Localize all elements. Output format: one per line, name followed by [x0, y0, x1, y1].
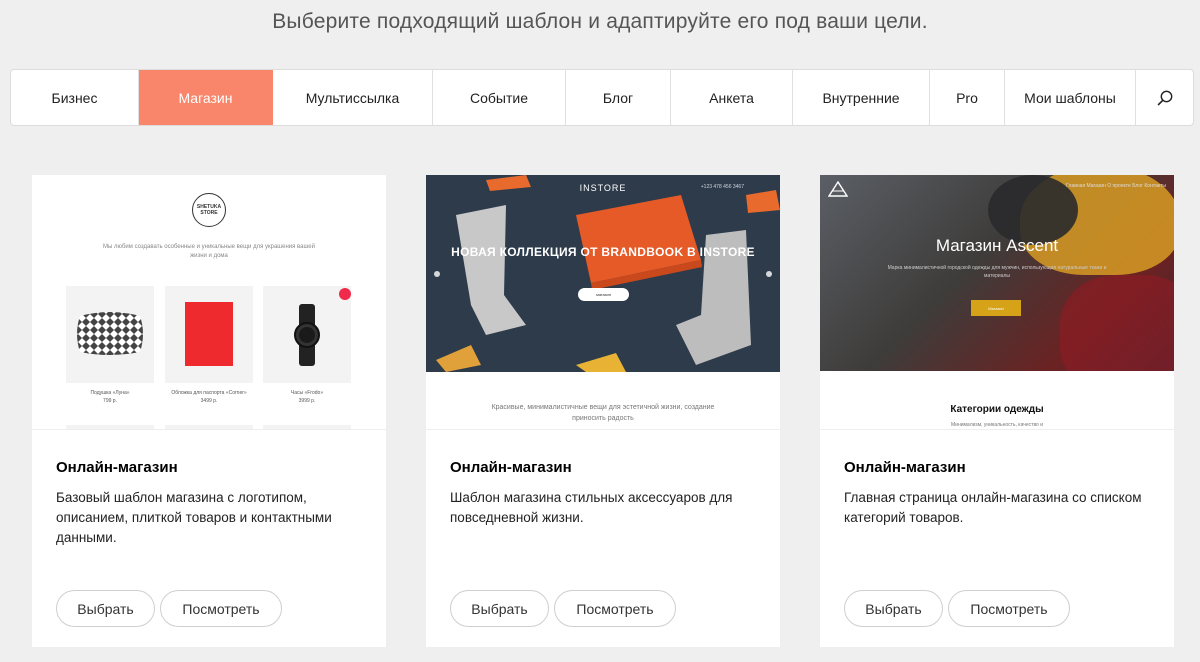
category-tabs: Бизнес Магазин Мультиссылка Событие Блог…	[10, 69, 1194, 126]
tab-shop[interactable]: Магазин	[139, 70, 273, 125]
product-name: Подушка «Луна» 799 р.	[90, 390, 130, 404]
template-preview[interactable]: Главная Магазин О проекте Блог Контакты …	[820, 175, 1174, 430]
hero-illustration	[426, 175, 780, 372]
view-button[interactable]: Посмотреть	[554, 590, 676, 627]
hero-photo-shadow	[988, 175, 1078, 245]
product-cover-image	[165, 286, 253, 383]
preview-category-sub: Минимализм, уникальность, качество и	[950, 422, 1044, 428]
search-button[interactable]	[1136, 70, 1193, 125]
tab-multilink[interactable]: Мультиссылка	[273, 70, 433, 125]
card-title: Онлайн-магазин	[450, 459, 572, 476]
preview-desc: Марка минималистичной городской одежды д…	[887, 265, 1107, 279]
preview-nav: Главная Магазин О проекте Блог Контакты	[1066, 183, 1166, 189]
slider-prev-dot	[434, 271, 440, 277]
slider-next-dot	[766, 271, 772, 277]
card-description: Шаблон магазина стильных аксессуаров для…	[450, 490, 733, 525]
product-placeholder	[66, 425, 154, 429]
template-card: Главная Магазин О проекте Блог Контакты …	[820, 175, 1174, 647]
select-button[interactable]: Выбрать	[450, 590, 549, 627]
store-logo: SHETUKA STORE	[192, 193, 226, 227]
preview-tagline: Мы любим создавать особенные и уникальны…	[103, 244, 315, 259]
template-preview[interactable]: INSTORE +123 478 456 3467 НОВАЯ КОЛЛЕКЦИ…	[426, 175, 780, 430]
tab-internal[interactable]: Внутренние	[793, 70, 930, 125]
search-icon	[1157, 90, 1172, 105]
view-button[interactable]: Посмотреть	[948, 590, 1070, 627]
select-button[interactable]: Выбрать	[844, 590, 943, 627]
select-button[interactable]: Выбрать	[56, 590, 155, 627]
brand-logo-icon	[828, 181, 848, 197]
card-title: Онлайн-магазин	[56, 459, 178, 476]
tab-blog[interactable]: Блог	[566, 70, 671, 125]
view-button[interactable]: Посмотреть	[160, 590, 282, 627]
preview-footer-text: Красивые, минималистичные вещи для эстет…	[491, 404, 715, 422]
product-placeholder	[263, 425, 351, 429]
product-name: Обложка для паспорта «Corner» 3499 р.	[171, 390, 247, 404]
template-preview[interactable]: SHETUKA STORE Мы любим создавать особенн…	[32, 175, 386, 430]
preview-category-title: Категории одежды	[950, 404, 1044, 415]
tab-pro[interactable]: Pro	[930, 70, 1005, 125]
product-watch-image	[263, 286, 351, 383]
template-card: SHETUKA STORE Мы любим создавать особенн…	[32, 175, 386, 647]
tab-my-templates[interactable]: Мои шаблоны	[1005, 70, 1136, 125]
preview-headline: НОВАЯ КОЛЛЕКЦИЯ ОТ BRANDBOOK В INSTORE	[451, 245, 755, 259]
card-title: Онлайн-магазин	[844, 459, 966, 476]
tab-event[interactable]: Событие	[433, 70, 566, 125]
card-description: Главная страница онлайн-магазина со спис…	[844, 490, 1142, 525]
product-placeholder	[165, 425, 253, 429]
preview-title: Магазин Ascent	[935, 236, 1059, 255]
preview-shop-button: Магазин	[971, 300, 1021, 316]
tab-form[interactable]: Анкета	[671, 70, 793, 125]
card-description: Базовый шаблон магазина с логотипом, опи…	[56, 490, 332, 545]
page-subtitle: Выберите подходящий шаблон и адаптируйте…	[272, 10, 928, 33]
preview-contact: +123 478 456 3467	[700, 184, 744, 190]
preview-shop-button: магазин	[578, 288, 629, 301]
tab-business[interactable]: Бизнес	[11, 70, 139, 125]
product-pillow-image	[66, 286, 154, 383]
template-card: INSTORE +123 478 456 3467 НОВАЯ КОЛЛЕКЦИ…	[426, 175, 780, 647]
product-name: Часы «Frodo» 3999 р.	[290, 390, 324, 404]
